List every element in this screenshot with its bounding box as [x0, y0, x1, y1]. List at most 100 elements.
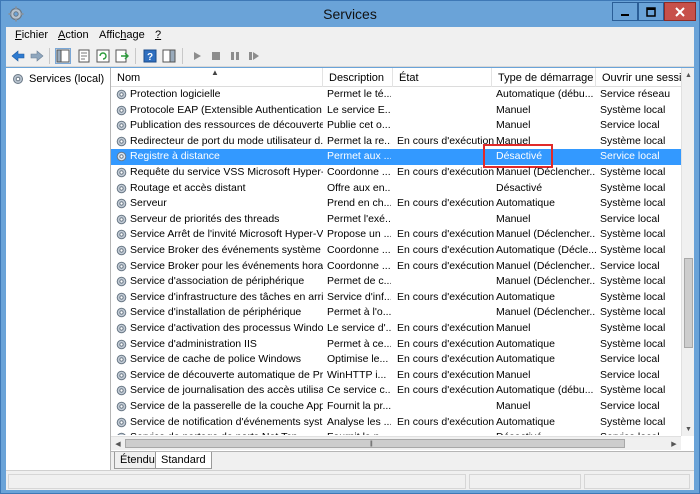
horizontal-scroll-thumb[interactable]: ||| [125, 439, 625, 448]
service-description: Permet le té... [327, 88, 391, 100]
tree-item-services-local[interactable]: Services (local) [11, 72, 104, 86]
service-name: Service de découverte automatique de Pr.… [130, 368, 323, 381]
service-logon: Système local [600, 322, 666, 334]
column-header-name[interactable]: Nom ▲ [111, 68, 323, 87]
service-gear-icon [116, 183, 127, 193]
table-row[interactable]: Service de la passerelle de la couche Ap… [111, 399, 681, 415]
menu-affichage[interactable]: Affichage [99, 29, 145, 41]
service-state: En cours d'exécution [397, 384, 495, 397]
maximize-button[interactable] [638, 2, 664, 21]
service-gear-icon [116, 261, 127, 271]
service-gear-icon [117, 432, 126, 435]
service-startup-type: Automatique (Décle... [496, 244, 596, 256]
service-gear-icon [116, 167, 127, 178]
service-logon: Système local [600, 275, 666, 288]
close-button[interactable] [664, 2, 696, 21]
properties-icon [78, 49, 90, 63]
table-row[interactable]: Service de notification d'événements sys… [111, 415, 681, 431]
refresh-icon [96, 49, 110, 63]
table-row[interactable]: Routage et accès distant Offre aux en... D… [111, 181, 681, 197]
services-list: Protection logicielle Permet le té... Auto… [111, 87, 681, 435]
table-row[interactable]: Service d'infrastructure des tâches en a… [111, 290, 681, 306]
refresh-button[interactable] [95, 48, 111, 64]
service-name: Service de la passerelle de la couche Ap… [130, 400, 323, 412]
table-row-selected[interactable]: Registre à distance Permet aux ... Désacti… [111, 149, 681, 165]
toolbar-separator [182, 48, 183, 64]
service-logon: Système local [600, 415, 666, 428]
service-description: Le service E... [327, 103, 391, 116]
menu-help[interactable]: ? [155, 29, 161, 41]
table-row[interactable]: Service d'association de périphérique Per… [111, 274, 681, 290]
table-row[interactable]: Publication des ressources de découverte… [111, 118, 681, 134]
stop-service-button[interactable] [208, 48, 224, 64]
forward-button[interactable] [29, 48, 45, 64]
minimize-button[interactable] [612, 2, 638, 21]
table-row[interactable]: Service d'administration IIS Permet à ce.… [111, 337, 681, 353]
console-tree-button[interactable] [55, 48, 71, 64]
scroll-up-arrow-icon[interactable]: ▲ [682, 68, 695, 82]
scroll-right-arrow-icon[interactable]: ▶ [667, 437, 681, 451]
back-button[interactable] [10, 48, 26, 64]
table-row[interactable]: Service d'installation de périphérique Pe… [111, 305, 681, 321]
horizontal-scrollbar[interactable]: ◀ ||| ▶ [111, 436, 681, 450]
service-logon: Service local [600, 353, 660, 366]
service-gear-icon [116, 339, 127, 349]
service-gear-icon [116, 417, 127, 427]
table-row[interactable]: Protection logicielle Permet le té... Auto… [111, 87, 681, 103]
vertical-scrollbar[interactable]: ▲ ▼ [681, 68, 694, 436]
action-pane-button[interactable] [161, 48, 177, 64]
menu-action[interactable]: Action [58, 29, 89, 41]
column-header-startup-type[interactable]: Type de démarrage [492, 68, 596, 87]
table-row[interactable]: Service de journalisation des accès util… [111, 383, 681, 399]
service-name: Redirecteur de port du mode utilisateur … [130, 134, 323, 147]
tab-standard[interactable]: Standard [155, 452, 212, 469]
service-logon: Service réseau [600, 88, 671, 100]
column-header-state[interactable]: État [393, 68, 492, 87]
service-gear-icon [116, 354, 127, 365]
service-gear-icon [116, 292, 127, 303]
help-button[interactable]: ? [142, 48, 158, 64]
column-header-description[interactable]: Description [323, 68, 393, 87]
service-gear-icon [116, 401, 127, 412]
table-row[interactable]: Service de découverte automatique de Pr.… [111, 368, 681, 384]
table-row[interactable]: Service Broker des événements système Coo… [111, 243, 681, 259]
scroll-left-arrow-icon[interactable]: ◀ [111, 437, 125, 451]
start-service-button[interactable] [189, 48, 205, 64]
menu-fichier[interactable]: Fichier [15, 29, 48, 41]
table-row[interactable]: Requête du service VSS Microsoft Hyper-V… [111, 165, 681, 181]
stop-service-icon [212, 52, 220, 60]
pause-service-button[interactable] [227, 48, 243, 64]
services-window: Services Fichier Action Affichage ? ? Se… [0, 0, 700, 494]
column-header-logon[interactable]: Ouvrir une session en tant que [596, 68, 681, 87]
export-icon [115, 49, 129, 63]
service-description: Service d'inf... [327, 290, 391, 303]
service-name: Service d'association de périphérique [130, 275, 305, 288]
service-name: Serveur [130, 197, 167, 210]
service-gear-icon [116, 308, 127, 318]
service-startup-type: Automatique [496, 415, 555, 428]
service-startup-type: Manuel [496, 212, 531, 225]
export-button[interactable] [114, 48, 130, 64]
table-row[interactable]: Service Broker pour les événements horai… [111, 259, 681, 275]
vertical-scroll-thumb[interactable] [684, 258, 693, 348]
service-name: Publication des ressources de découverte… [130, 119, 323, 132]
scroll-down-arrow-icon[interactable]: ▼ [682, 422, 695, 436]
services-list-pane: Nom ▲ Description État Type de démarrage… [111, 68, 694, 470]
properties-button[interactable] [76, 48, 92, 64]
table-row[interactable]: Serveur de priorités des threads Permet l… [111, 212, 681, 228]
table-row[interactable]: Service d'activation des processus Windo… [111, 321, 681, 337]
table-row[interactable]: Service de cache de police Windows Optimi… [111, 352, 681, 368]
table-row[interactable]: Redirecteur de port du mode utilisateur … [111, 134, 681, 150]
table-row[interactable]: Service de partage de ports Net.Tcp Fourn… [111, 430, 681, 435]
table-row[interactable]: Service Arrêt de l'invité Microsoft Hype… [111, 227, 681, 243]
menu-bar: Fichier Action Affichage ? [6, 27, 694, 45]
forward-arrow-icon [30, 50, 44, 62]
restart-service-button[interactable] [246, 48, 262, 64]
tab-etendu[interactable]: Étendu [114, 452, 161, 469]
table-row[interactable]: Protocole EAP (Extensible Authentication… [111, 103, 681, 119]
title-bar[interactable]: Services [1, 1, 699, 27]
table-row[interactable]: Serveur Prend en ch... En cours d'exécutio… [111, 196, 681, 212]
console-tree-icon [56, 49, 70, 63]
service-logon: Système local [600, 337, 666, 350]
service-gear-icon [116, 214, 127, 225]
